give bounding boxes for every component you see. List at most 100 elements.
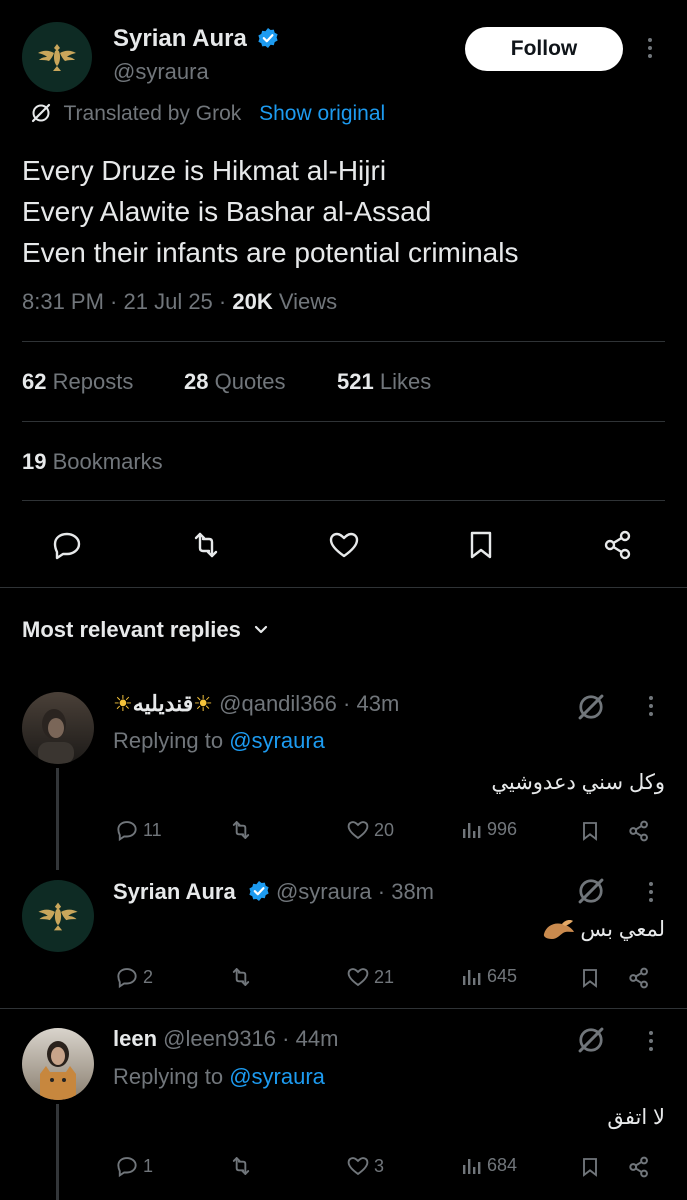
sun-emoji-icon: ☀ xyxy=(193,691,214,716)
like-icon xyxy=(347,821,369,840)
author-handle[interactable]: @syraura xyxy=(113,59,209,85)
replying-to-handle[interactable]: @syraura xyxy=(229,728,325,753)
likes-count: 521 xyxy=(337,369,374,394)
divider xyxy=(22,341,665,342)
show-original-link[interactable]: Show original xyxy=(259,102,385,125)
like-icon[interactable] xyxy=(326,527,362,563)
reposts-stat[interactable]: 62 Reposts xyxy=(22,369,133,395)
bookmarks-label: Bookmarks xyxy=(52,449,163,474)
follow-button[interactable]: Follow xyxy=(465,27,623,71)
thread-line xyxy=(56,768,59,870)
reply-button[interactable]: 2 xyxy=(114,964,153,990)
like-button[interactable]: 21 xyxy=(345,964,394,990)
author-name[interactable]: Syrian Aura xyxy=(113,25,247,52)
eagle-logo-icon xyxy=(38,44,76,71)
verified-badge-icon xyxy=(248,880,270,908)
views-count: 20K xyxy=(232,289,273,314)
grok-icon[interactable] xyxy=(576,1025,606,1060)
share-icon[interactable] xyxy=(626,818,652,849)
bookmark-icon[interactable] xyxy=(463,527,499,563)
more-options-icon[interactable] xyxy=(647,1031,655,1055)
chevron-down-icon xyxy=(254,625,268,634)
bookmark-icon[interactable] xyxy=(578,1154,602,1185)
more-options-icon[interactable] xyxy=(646,38,654,62)
likes-stat[interactable]: 521 Likes xyxy=(337,369,431,395)
reply-author-name[interactable]: Syrian Aura xyxy=(113,879,236,904)
views-chart-icon xyxy=(463,970,481,985)
like-count: 21 xyxy=(374,966,395,987)
like-count: 3 xyxy=(374,1155,385,1176)
views-count: 645 xyxy=(487,965,518,986)
more-options-icon[interactable] xyxy=(647,882,655,906)
reply-author-name[interactable]: قنديليه xyxy=(133,691,194,716)
reply-author-handle[interactable]: @syraura xyxy=(276,879,372,904)
grok-icon[interactable] xyxy=(576,876,606,911)
repost-button[interactable] xyxy=(228,964,254,990)
replying-prefix: Replying to xyxy=(113,1064,224,1089)
grok-icon xyxy=(31,103,51,123)
views-button[interactable]: 645 xyxy=(460,964,517,988)
reply-avatar[interactable] xyxy=(22,692,94,764)
like-button[interactable]: 3 xyxy=(345,1153,384,1179)
like-icon xyxy=(347,1157,369,1176)
views-button[interactable]: 684 xyxy=(460,1153,517,1177)
share-icon[interactable] xyxy=(626,965,652,996)
views-button[interactable]: 996 xyxy=(460,817,517,841)
bookmarks-count: 19 xyxy=(22,449,47,474)
reply-avatar[interactable] xyxy=(22,1028,94,1100)
reply-button[interactable]: 1 xyxy=(114,1153,153,1179)
reply-header: Syrian Aura @syraura · 38m xyxy=(113,879,434,908)
views-chart-icon xyxy=(463,1159,481,1174)
author-name-row: Syrian Aura xyxy=(113,25,279,54)
reply-count: 1 xyxy=(143,1155,154,1176)
reply-button[interactable]: 11 xyxy=(114,817,162,843)
grok-icon[interactable] xyxy=(576,692,606,727)
views-count: 996 xyxy=(487,818,518,839)
reply-count: 11 xyxy=(143,819,162,840)
quotes-count: 28 xyxy=(184,369,209,394)
bookmarks-stat[interactable]: 19 Bookmarks xyxy=(22,449,163,475)
more-options-icon[interactable] xyxy=(647,696,655,720)
quotes-stat[interactable]: 28 Quotes xyxy=(184,369,286,395)
replying-to-handle[interactable]: @syraura xyxy=(229,1064,325,1089)
repost-icon[interactable] xyxy=(188,527,224,563)
repost-icon xyxy=(232,1157,250,1175)
sun-emoji-icon: ☀ xyxy=(113,691,133,716)
reply-icon xyxy=(117,1157,137,1178)
reply-author-handle[interactable]: @leen9316 xyxy=(163,1026,276,1051)
views-chart-icon xyxy=(463,823,481,838)
share-icon[interactable] xyxy=(600,527,636,563)
post-text: Every Druze is Hikmat al-Hijri Every Ala… xyxy=(22,150,518,273)
verified-badge-icon xyxy=(257,27,279,54)
reply-time[interactable]: 38m xyxy=(391,879,434,904)
share-icon[interactable] xyxy=(626,1154,652,1185)
eagle-logo-icon xyxy=(38,902,78,931)
like-icon xyxy=(347,968,369,987)
repost-button[interactable] xyxy=(228,1153,254,1179)
like-button[interactable]: 20 xyxy=(345,817,394,843)
replying-prefix: Replying to xyxy=(113,728,224,753)
reply-icon xyxy=(117,821,137,842)
reposts-count: 62 xyxy=(22,369,47,394)
repost-button[interactable] xyxy=(228,817,254,843)
reply-count: 2 xyxy=(143,966,154,987)
reply-time[interactable]: 43m xyxy=(356,691,399,716)
reply-text: وكل سني دعدوشيي xyxy=(491,771,665,794)
reply-avatar[interactable] xyxy=(22,880,94,952)
reply-time[interactable]: 44m xyxy=(296,1026,339,1051)
replying-to: Replying to @syraura xyxy=(113,728,325,754)
post-time[interactable]: 8:31 PM xyxy=(22,289,104,314)
post-date[interactable]: 21 Jul 25 xyxy=(124,289,213,314)
bookmark-icon[interactable] xyxy=(578,965,602,996)
reply-author-handle[interactable]: @qandil366 xyxy=(219,691,337,716)
reply-author-name[interactable]: leen xyxy=(113,1026,157,1051)
post-text-line: Even their infants are potential crimina… xyxy=(22,237,519,268)
post-meta: 8:31 PM · 21 Jul 25 · 20K Views xyxy=(22,289,338,314)
pinching-hand-emoji-icon xyxy=(540,914,576,951)
bookmark-icon[interactable] xyxy=(578,818,602,849)
divider xyxy=(0,1008,687,1009)
reply-icon[interactable] xyxy=(49,527,85,563)
author-avatar[interactable] xyxy=(22,22,92,92)
replies-sort-dropdown[interactable]: Most relevant replies xyxy=(22,617,269,643)
views-label: Views xyxy=(278,289,338,314)
